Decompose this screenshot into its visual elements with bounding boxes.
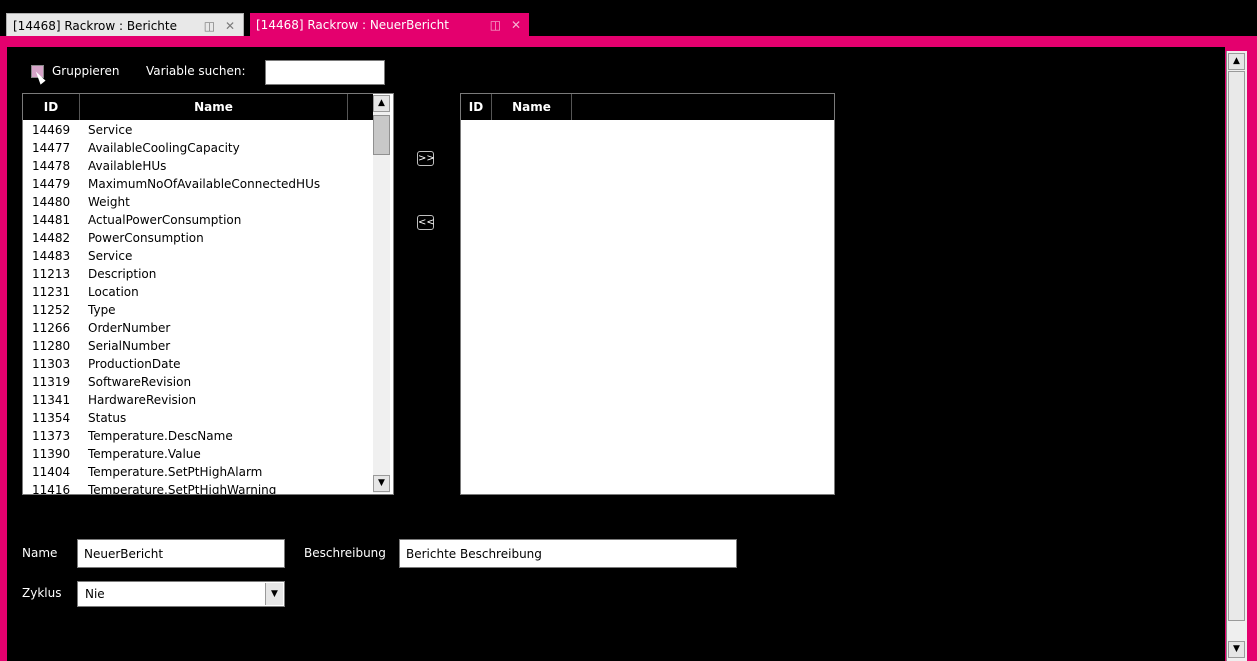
report-description-input[interactable] [399, 539, 737, 568]
row-id: 11280 [32, 339, 71, 353]
row-name: Temperature.SetPtHighAlarm [88, 465, 263, 479]
row-name: MaximumNoOfAvailableConnectedHUs [88, 177, 321, 191]
row-id: 11373 [32, 429, 71, 443]
row-name: Weight [88, 195, 130, 209]
row-name: Service [88, 123, 133, 137]
description-label: Beschreibung [304, 546, 386, 560]
close-icon[interactable]: ✕ [511, 13, 521, 37]
row-name: ProductionDate [88, 357, 181, 371]
column-header-name[interactable]: Name [80, 94, 348, 120]
row-id: 14480 [32, 195, 71, 209]
tab-berichte-label: [14468] Rackrow : Berichte [13, 19, 177, 33]
row-id: 14481 [32, 213, 71, 227]
row-name: Type [88, 303, 116, 317]
list-scrollbar-thumb[interactable] [373, 115, 390, 155]
column-header-id[interactable]: ID [23, 94, 80, 120]
available-variables-list[interactable]: ID Name 14469 Service 14477 AvailableCoolin… [22, 93, 394, 495]
row-name: Temperature.SetPtHighWarning [88, 483, 277, 495]
page-scrollbar[interactable]: ▲ ▼ [1226, 51, 1247, 661]
page-scrollbar-thumb[interactable] [1228, 71, 1245, 621]
row-id: 11319 [32, 375, 71, 389]
row-name: Status [88, 411, 127, 425]
row-name: HardwareRevision [88, 393, 197, 407]
row-id: 14469 [32, 123, 71, 137]
column-header-name[interactable]: Name [492, 94, 572, 120]
tab-strip: [14468] Rackrow : Berichte ◫ ✕ [14468] R… [0, 0, 1257, 40]
scroll-up-icon[interactable]: ▲ [373, 95, 390, 112]
row-id: 14477 [32, 141, 71, 155]
cycle-select-value: Nie [85, 587, 105, 601]
chevron-down-icon[interactable]: ▼ [265, 583, 283, 605]
row-name: SerialNumber [88, 339, 171, 353]
remove-variable-button[interactable]: << [417, 215, 435, 230]
row-name: PowerConsumption [88, 231, 204, 245]
row-id: 14483 [32, 249, 71, 263]
tab-neuerbericht-label: [14468] Rackrow : NeuerBericht [256, 18, 449, 32]
row-id: 11231 [32, 285, 71, 299]
row-id: 14479 [32, 177, 71, 191]
list-scrollbar[interactable]: ▲ ▼ [373, 95, 390, 493]
cycle-label: Zyklus [22, 586, 62, 600]
name-label: Name [22, 546, 58, 560]
tab-berichte[interactable]: [14468] Rackrow : Berichte ◫ ✕ [6, 13, 244, 37]
cycle-select[interactable]: Nie ▼ [77, 581, 285, 607]
pin-icon[interactable]: ◫ [204, 14, 215, 38]
scroll-up-icon[interactable]: ▲ [1228, 53, 1245, 70]
row-id: 11341 [32, 393, 71, 407]
row-id: 11416 [32, 483, 71, 495]
column-header-id[interactable]: ID [461, 94, 492, 120]
row-id: 11213 [32, 267, 71, 281]
row-name: Description [88, 267, 157, 281]
variable-search-input[interactable] [265, 60, 385, 85]
scroll-down-icon[interactable]: ▼ [373, 475, 390, 492]
scroll-down-icon[interactable]: ▼ [1228, 641, 1245, 658]
row-name: OrderNumber [88, 321, 171, 335]
row-id: 11252 [32, 303, 71, 317]
row-name: Location [88, 285, 139, 299]
row-name: SoftwareRevision [88, 375, 192, 389]
row-id: 14482 [32, 231, 71, 245]
row-id: 14478 [32, 159, 71, 173]
report-name-input[interactable] [77, 539, 285, 568]
row-name: Temperature.DescName [88, 429, 233, 443]
row-name: ActualPowerConsumption [88, 213, 242, 227]
row-id: 11303 [32, 357, 71, 371]
row-id: 11266 [32, 321, 71, 335]
row-id: 11404 [32, 465, 71, 479]
row-name: AvailableCoolingCapacity [88, 141, 240, 155]
row-name: AvailableHUs [88, 159, 167, 173]
row-id: 11390 [32, 447, 71, 461]
tab-neuerbericht[interactable]: [14468] Rackrow : NeuerBericht ◫ ✕ [250, 13, 529, 37]
add-variable-button[interactable]: >> [417, 151, 435, 166]
selected-variables-list[interactable]: ID Name [460, 93, 835, 495]
search-label: Variable suchen: [146, 64, 246, 78]
pin-icon[interactable]: ◫ [490, 13, 501, 37]
close-icon[interactable]: ✕ [225, 14, 235, 38]
selected-list-header: ID Name [461, 94, 834, 120]
row-name: Temperature.Value [88, 447, 201, 461]
row-id: 11354 [32, 411, 71, 425]
group-label: Gruppieren [52, 64, 120, 78]
available-list-header: ID Name [23, 94, 373, 120]
row-name: Service [88, 249, 133, 263]
